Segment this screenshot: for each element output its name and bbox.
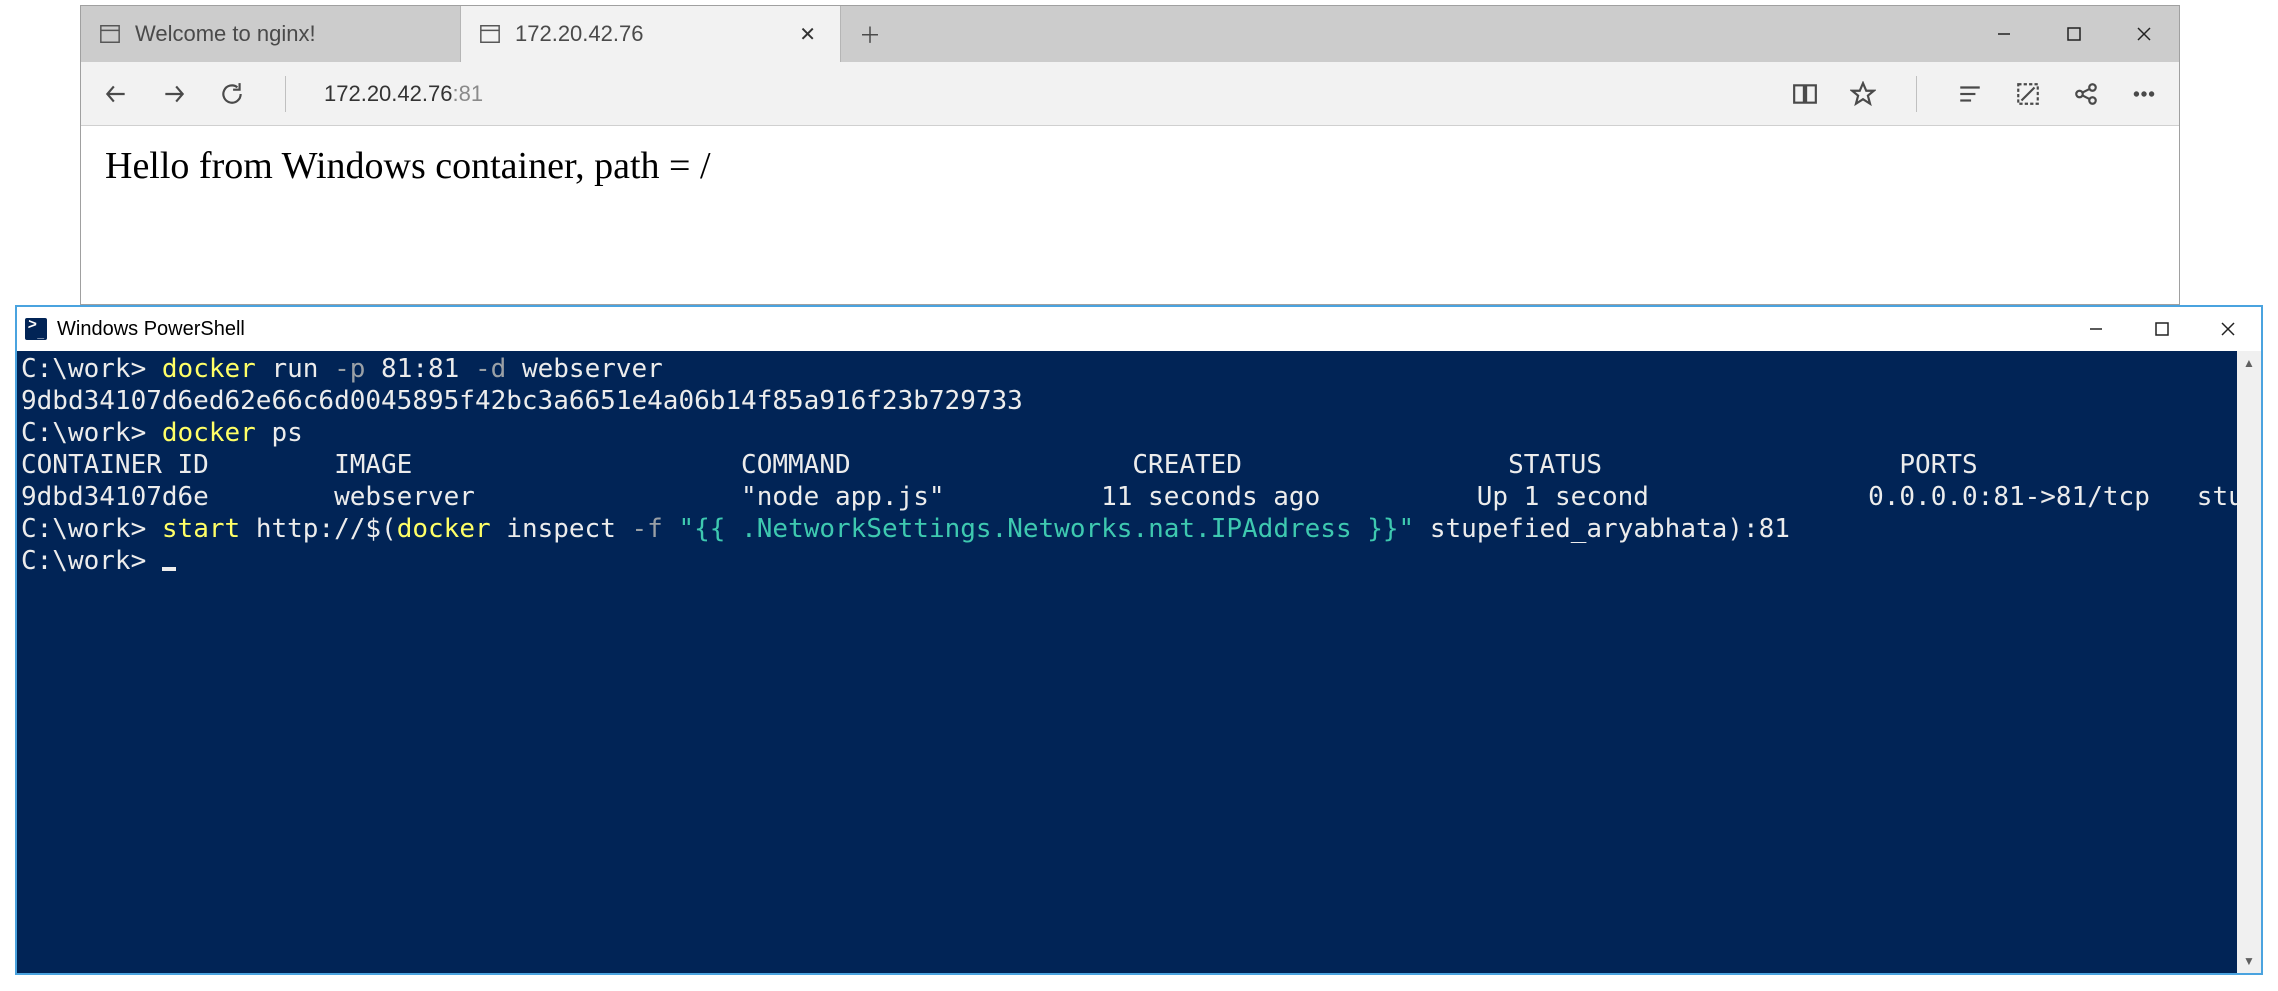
powershell-titlebar: Windows PowerShell: [17, 307, 2261, 351]
browser-window: Welcome to nginx! 172.20.42.76 ✕ ＋: [80, 5, 2180, 305]
page-content: Hello from Windows container, path = /: [81, 126, 2179, 304]
space: [663, 514, 679, 544]
cmd-flag: -f: [632, 514, 663, 544]
close-button[interactable]: [2109, 6, 2179, 62]
page-heading: Hello from Windows container, path = /: [105, 144, 2155, 188]
cmd-arg: inspect: [491, 514, 632, 544]
maximize-button[interactable]: [2039, 6, 2109, 62]
cmd-start: start: [162, 514, 240, 544]
prompt: C:\work>: [21, 546, 162, 576]
url-port: :81: [452, 81, 483, 106]
cursor: [162, 567, 176, 571]
notes-icon[interactable]: [2013, 79, 2043, 109]
tab-strip: Welcome to nginx! 172.20.42.76 ✕ ＋: [81, 6, 2179, 62]
scroll-up-icon[interactable]: ▲: [2237, 351, 2261, 375]
nav-bar: 172.20.42.76:81: [81, 62, 2179, 126]
share-icon[interactable]: [2071, 79, 2101, 109]
reading-view-icon[interactable]: [1790, 79, 1820, 109]
cmd-arg: ps: [256, 418, 303, 448]
plus-icon: ＋: [859, 18, 881, 50]
minimize-button[interactable]: [2063, 307, 2129, 351]
scrollbar[interactable]: ▲ ▼: [2237, 351, 2261, 973]
cmd-format-expr: "{{ .NetworkSettings.Networks.nat.IPAddr…: [679, 514, 1415, 544]
page-icon: [479, 23, 501, 45]
prompt: C:\work>: [21, 354, 162, 384]
separator: [1916, 76, 1917, 112]
hub-icon[interactable]: [1955, 79, 1985, 109]
more-icon[interactable]: [2129, 79, 2159, 109]
cmd-arg: stupefied_aryabhata):81: [1414, 514, 1790, 544]
window-controls: [2063, 307, 2261, 351]
scroll-down-icon[interactable]: ▼: [2237, 949, 2261, 973]
close-icon[interactable]: ✕: [793, 22, 822, 47]
forward-button[interactable]: [159, 79, 189, 109]
window-controls: [1969, 6, 2179, 62]
cmd-arg: 81:81: [365, 354, 475, 384]
cmd-arg: run: [256, 354, 334, 384]
minimize-button[interactable]: [1969, 6, 2039, 62]
powershell-window: Windows PowerShell C:\work> docker run -…: [15, 305, 2263, 975]
maximize-button[interactable]: [2129, 307, 2195, 351]
address-bar[interactable]: 172.20.42.76:81: [324, 81, 483, 107]
terminal-output[interactable]: C:\work> docker run -p 81:81 -d webserve…: [17, 351, 2237, 973]
new-tab-button[interactable]: ＋: [841, 6, 899, 62]
powershell-title: Windows PowerShell: [57, 318, 245, 341]
favorites-icon[interactable]: [1848, 79, 1878, 109]
separator: [285, 76, 286, 112]
tab-ip-address[interactable]: 172.20.42.76 ✕: [461, 6, 841, 62]
back-button[interactable]: [101, 79, 131, 109]
tab-welcome-nginx[interactable]: Welcome to nginx!: [81, 6, 461, 62]
ps-table-header: CONTAINER ID IMAGE COMMAND CREATED STATU…: [21, 450, 2237, 480]
powershell-icon: [25, 318, 47, 340]
page-icon: [99, 23, 121, 45]
cmd-docker: docker: [162, 354, 256, 384]
tab-title: 172.20.42.76: [515, 21, 643, 47]
ps-table-row: 9dbd34107d6e webserver "node app.js" 11 …: [21, 482, 2237, 512]
cmd-arg: http://$(: [240, 514, 397, 544]
cmd-flag: -d: [475, 354, 506, 384]
cmd-docker: docker: [162, 418, 256, 448]
cmd-flag: -p: [334, 354, 365, 384]
url-host: 172.20.42.76: [324, 81, 452, 106]
tab-title: Welcome to nginx!: [135, 21, 316, 47]
close-button[interactable]: [2195, 307, 2261, 351]
container-hash: 9dbd34107d6ed62e66c6d0045895f42bc3a6651e…: [21, 386, 1023, 416]
cmd-arg: webserver: [506, 354, 663, 384]
refresh-button[interactable]: [217, 79, 247, 109]
prompt: C:\work>: [21, 418, 162, 448]
cmd-docker: docker: [397, 514, 491, 544]
prompt: C:\work>: [21, 514, 162, 544]
